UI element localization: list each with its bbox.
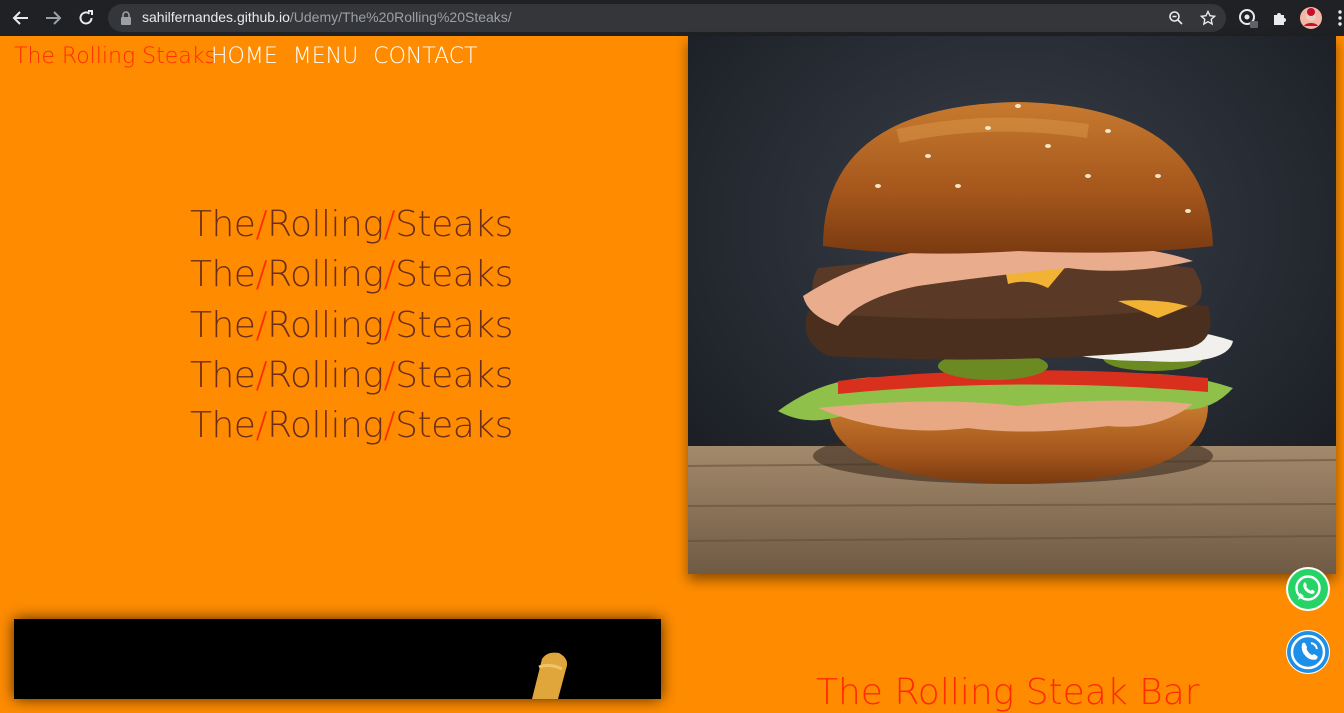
reload-icon[interactable] (73, 5, 99, 31)
url-path: /Udemy/The%20Rolling%20Steaks/ (289, 9, 512, 25)
hero-separator: / (383, 354, 396, 396)
hero-word-steaks: Steaks (395, 354, 513, 396)
zoom-icon[interactable] (1166, 8, 1186, 28)
url-text[interactable]: sahilfernandes.github.io/Udemy/The%20Rol… (142, 9, 512, 25)
hero-separator: / (383, 254, 396, 296)
hero-word-rolling: Rolling (267, 304, 384, 346)
hero-word-the: The (190, 354, 256, 396)
hero-separator: / (255, 254, 268, 296)
nav-menu[interactable]: MENU (293, 44, 358, 69)
brand-logo[interactable]: The Rolling Steaks (14, 44, 216, 69)
url-host: sahilfernandes.github.io (142, 9, 290, 25)
hero-separator: / (383, 304, 396, 346)
hero-line: The/Rolling/Steaks (190, 401, 513, 451)
kebab-menu-icon[interactable] (1328, 6, 1344, 30)
hero-separator: / (383, 405, 396, 447)
forward-icon[interactable] (40, 5, 66, 31)
extension-badge-icon[interactable] (1236, 6, 1260, 30)
whatsapp-icon (1288, 569, 1328, 609)
hero-separator: / (255, 354, 268, 396)
hero-separator: / (255, 204, 268, 245)
nav-contact[interactable]: CONTACT (373, 44, 477, 69)
hero-separator: / (383, 204, 396, 245)
address-bar[interactable]: sahilfernandes.github.io/Udemy/The%20Rol… (108, 4, 1226, 32)
hero-word-the: The (190, 405, 256, 447)
hero-line: The/Rolling/Steaks (190, 250, 513, 300)
hero-word-rolling: Rolling (267, 254, 384, 296)
call-button[interactable] (1286, 630, 1330, 674)
hero-text: The/Rolling/Steaks The/Rolling/Steaks Th… (190, 200, 513, 451)
phone-icon (1287, 631, 1329, 673)
hero-word-rolling: Rolling (267, 204, 384, 245)
burger-image (688, 36, 1336, 574)
lock-icon[interactable] (116, 8, 136, 28)
hero-separator: / (255, 304, 268, 346)
hero-word-steaks: Steaks (395, 204, 513, 245)
nav-home[interactable]: HOME (211, 44, 278, 69)
profile-avatar[interactable] (1299, 6, 1323, 30)
hero-word-rolling: Rolling (267, 354, 384, 396)
hero-word-steaks: Steaks (395, 254, 513, 296)
hero-word-rolling: Rolling (267, 405, 384, 447)
hero-word-steaks: Steaks (395, 405, 513, 447)
bookmark-star-icon[interactable] (1198, 8, 1218, 28)
extensions-puzzle-icon[interactable] (1268, 6, 1292, 30)
section-title: The Rolling Steak Bar (816, 672, 1200, 713)
fries-image (14, 619, 661, 699)
whatsapp-button[interactable] (1286, 567, 1330, 611)
hero-word-the: The (190, 204, 256, 245)
hero-word-steaks: Steaks (395, 304, 513, 346)
browser-toolbar: sahilfernandes.github.io/Udemy/The%20Rol… (0, 0, 1344, 36)
hero-word-the: The (190, 304, 256, 346)
hero-word-the: The (190, 254, 256, 296)
hero-line: The/Rolling/Steaks (190, 301, 513, 351)
hero-separator: / (255, 405, 268, 447)
hero-line: The/Rolling/Steaks (190, 351, 513, 401)
back-icon[interactable] (8, 5, 34, 31)
hero-line: The/Rolling/Steaks (190, 200, 513, 250)
main-nav: HOME MENU CONTACT (211, 44, 478, 69)
